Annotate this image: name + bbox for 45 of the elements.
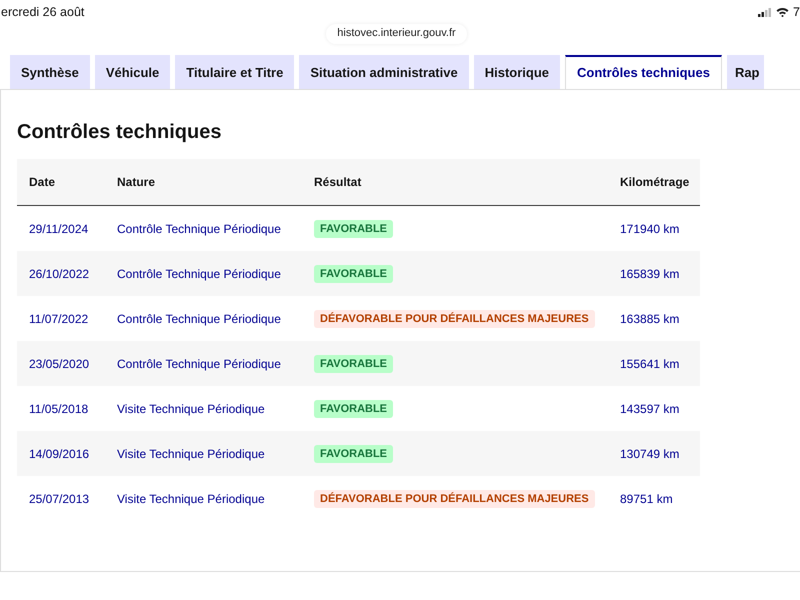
tab[interactable]: Historique <box>474 55 560 89</box>
section-title: Contrôles techniques <box>17 120 222 145</box>
result-badge: DÉFAVORABLE POUR DÉFAILLANCES MAJEURES <box>314 310 595 328</box>
tab[interactable]: Situation administrative <box>299 55 469 89</box>
date-cell-text: 14/09/2016 <box>28 446 90 460</box>
date-cell-text: 25/07/2013 <box>28 492 90 506</box>
date-cell-text: 11/07/2022 <box>28 312 90 326</box>
date-cell-text: 11/05/2018 <box>28 402 90 416</box>
tab[interactable]: Véhicule <box>94 55 170 89</box>
nature-cell-text: Contrôle Technique Périodique <box>117 356 282 370</box>
tab[interactable]: Rap <box>726 55 764 89</box>
result-badge: FAVORABLE <box>314 400 394 418</box>
column-header: Kilométrage <box>620 175 690 189</box>
address-bar[interactable]: histovec.interieur.gouv.fr <box>326 24 467 44</box>
column-header: Date <box>28 175 56 189</box>
nature-cell-text: Visite Technique Périodique <box>117 402 266 416</box>
mileage-cell-text: 155641 km <box>620 356 680 370</box>
mileage-cell-text: 143597 km <box>620 402 680 416</box>
nature-cell-text: Contrôle Technique Périodique <box>117 312 282 326</box>
tab[interactable]: Titulaire et Titre <box>175 55 294 89</box>
nature-cell-text: Contrôle Technique Périodique <box>117 266 282 280</box>
result-badge: FAVORABLE <box>314 220 394 238</box>
nature-cell-text: Visite Technique Périodique <box>117 446 266 460</box>
result-badge: DÉFAVORABLE POUR DÉFAILLANCES MAJEURES <box>314 490 595 508</box>
nature-cell-text: Visite Technique Périodique <box>117 492 266 506</box>
battery-percent: 7 <box>793 5 800 19</box>
mileage-cell-text: 165839 km <box>620 266 680 280</box>
date-cell-text: 29/11/2024 <box>28 222 90 236</box>
mileage-cell-text: 89751 km <box>620 492 674 506</box>
status-date: ercredi 26 août <box>1 5 84 19</box>
tab[interactable]: Synthèse <box>10 55 90 89</box>
mileage-cell-text: 163885 km <box>620 312 680 326</box>
wifi-icon <box>776 7 790 17</box>
result-badge: FAVORABLE <box>314 354 394 372</box>
nature-cell-text: Contrôle Technique Périodique <box>117 222 282 236</box>
result-badge: FAVORABLE <box>314 264 394 282</box>
column-header: Résultat <box>314 175 362 189</box>
mileage-cell-text: 130749 km <box>620 446 680 460</box>
date-cell-text: 26/10/2022 <box>28 266 90 280</box>
column-header: Nature <box>117 175 156 189</box>
tab[interactable]: Contrôles techniques <box>565 55 722 89</box>
date-cell-text: 23/05/2020 <box>28 356 90 370</box>
result-badge: FAVORABLE <box>314 444 394 462</box>
mileage-cell-text: 171940 km <box>620 222 680 236</box>
signal-icon <box>758 8 772 16</box>
